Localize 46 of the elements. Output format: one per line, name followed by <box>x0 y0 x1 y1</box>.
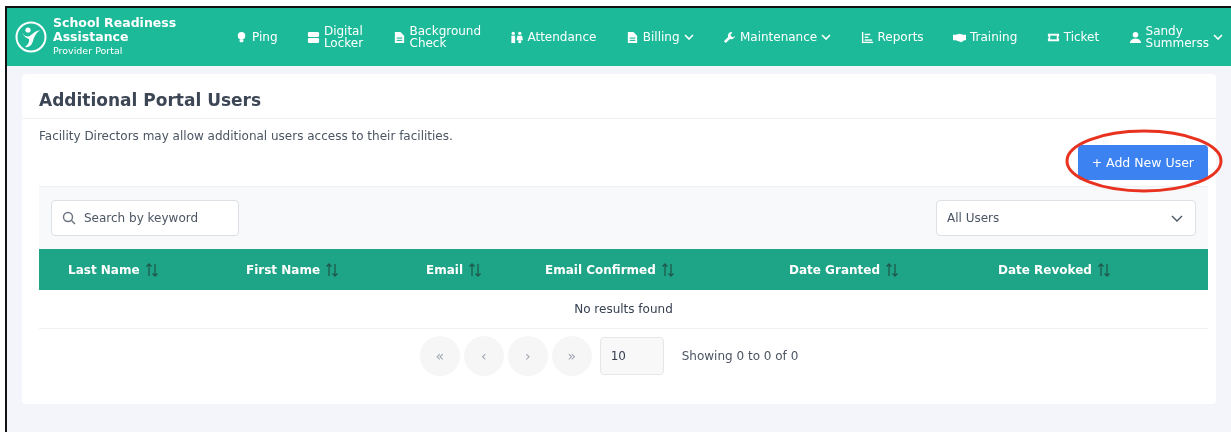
sort-icon <box>886 262 898 277</box>
column-header[interactable]: Date Granted <box>789 262 998 277</box>
user-filter-dropdown[interactable]: All Users <box>936 200 1196 236</box>
pagination-button[interactable]: « <box>419 336 460 376</box>
page-size-field[interactable]: 10 <box>599 337 664 375</box>
logo-icon <box>15 21 47 53</box>
nav-item[interactable]: Digital Locker <box>306 25 364 49</box>
document-icon <box>392 30 406 44</box>
page-description: Facility Directors may allow additional users access to their facilities. <box>39 129 453 145</box>
sort-icon <box>145 262 158 277</box>
chart-icon <box>860 30 874 44</box>
nav-item[interactable]: Sandy Summerss <box>1128 25 1223 49</box>
pagination-button[interactable]: › <box>507 336 548 376</box>
column-header[interactable]: Email <box>426 262 545 277</box>
nav-item[interactable]: Reports <box>860 30 924 44</box>
empty-message: No results found <box>39 290 1208 329</box>
lightbulb-icon <box>235 30 248 44</box>
sort-icon <box>661 262 674 277</box>
user-icon <box>1128 30 1142 44</box>
column-header[interactable]: Last Name <box>68 262 246 277</box>
sort-icon <box>326 262 339 277</box>
chevron-down-icon <box>1171 214 1183 222</box>
pagination-button[interactable]: ‹ <box>463 336 504 376</box>
wrench-icon <box>722 30 736 44</box>
page-title: Additional Portal Users <box>22 74 1216 119</box>
search-field[interactable]: Search by keyword <box>51 200 239 236</box>
brand-subtitle: Provider Portal <box>53 44 124 58</box>
sort-icon <box>1097 262 1110 277</box>
column-header[interactable]: Email Confirmed <box>545 262 789 277</box>
nav-item[interactable]: Billing <box>625 30 694 44</box>
pagination-button[interactable]: » <box>551 336 592 376</box>
pagination-summary: Showing 0 to 0 of 0 <box>681 349 799 363</box>
brand-title: School Readiness Assistance <box>53 16 178 44</box>
sort-icon <box>469 262 482 277</box>
locker-icon <box>306 30 320 44</box>
column-header[interactable]: Date Revoked <box>998 262 1208 277</box>
column-header[interactable]: First Name <box>246 262 426 277</box>
nav-item[interactable]: Attendance <box>510 30 597 44</box>
people-icon <box>510 30 524 44</box>
nav-item[interactable]: Maintenance <box>722 30 832 44</box>
nav-item[interactable]: Ping <box>235 30 278 44</box>
add-new-user-button[interactable]: + Add New User <box>1077 145 1208 180</box>
nav-item[interactable]: Background Check <box>392 25 482 49</box>
nav-item[interactable]: Ticket <box>1046 30 1100 44</box>
invoice-icon <box>625 30 639 44</box>
nav-item[interactable]: Training <box>952 30 1018 44</box>
